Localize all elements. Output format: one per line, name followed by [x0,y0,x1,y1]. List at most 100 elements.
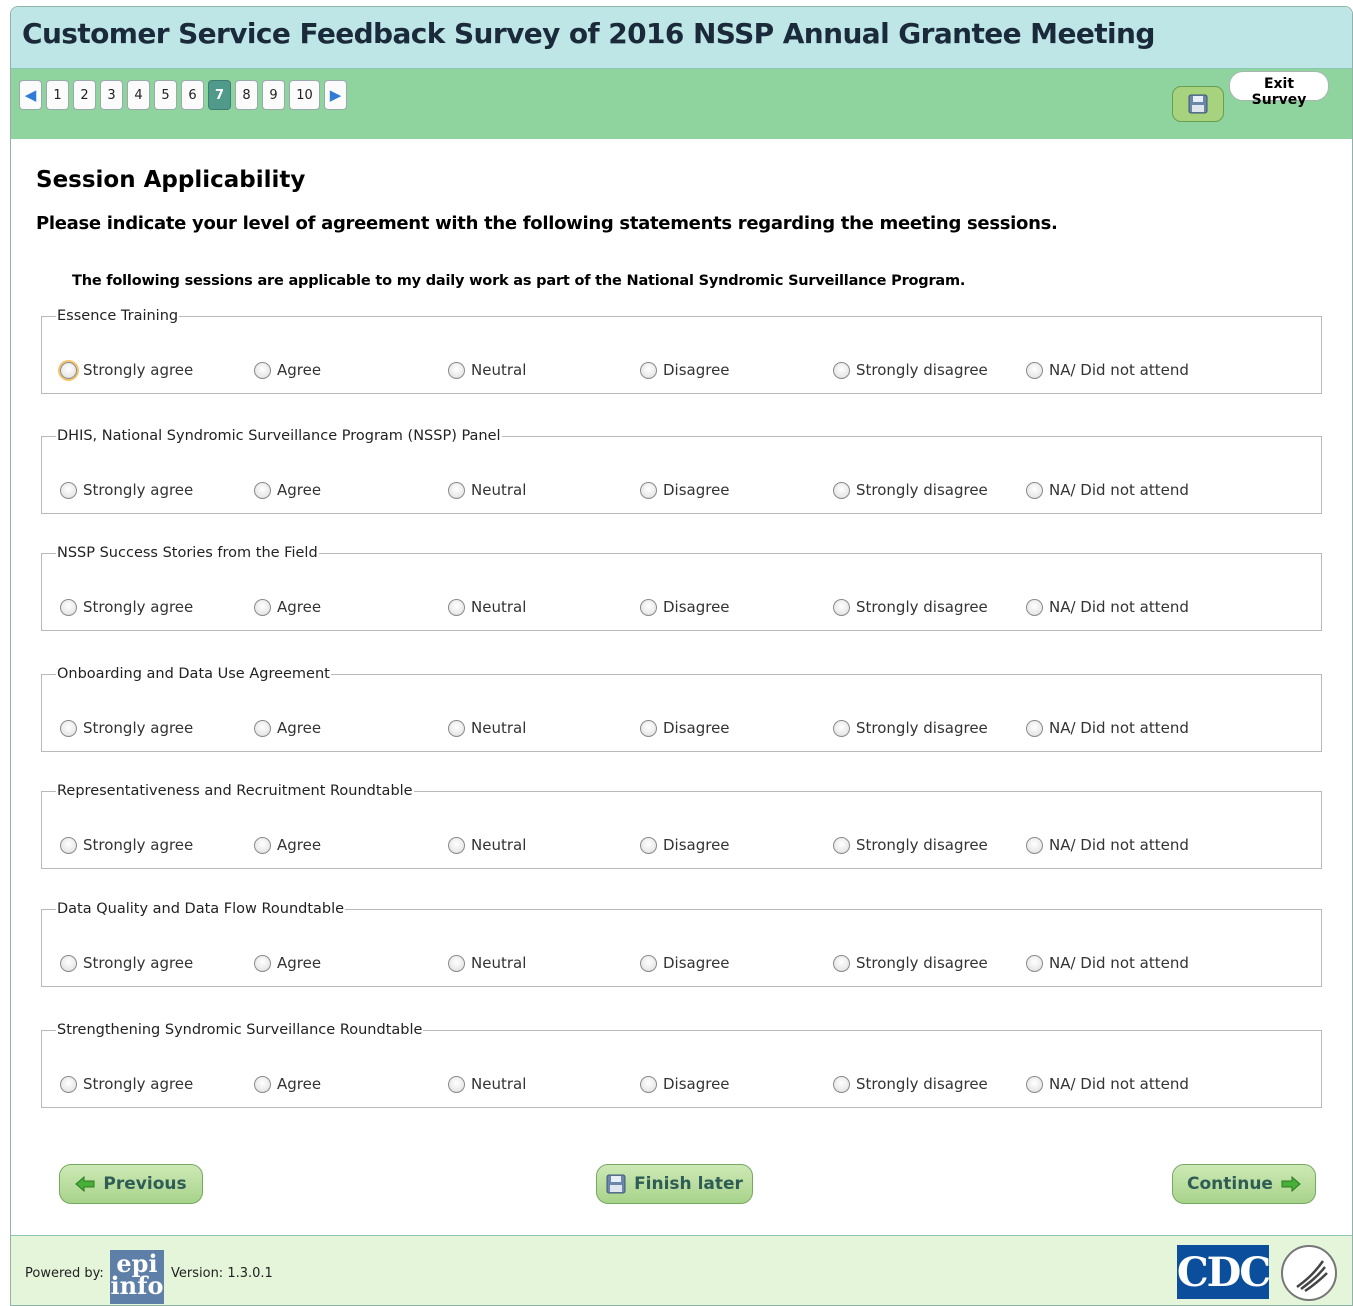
radio-button[interactable] [1026,719,1043,737]
radio-option[interactable]: Disagree [640,954,730,972]
save-button[interactable] [1172,86,1224,122]
radio-button[interactable] [833,481,850,499]
radio-button[interactable] [254,1075,271,1093]
radio-option[interactable]: Disagree [640,598,730,616]
radio-button[interactable] [448,481,465,499]
radio-option[interactable]: Agree [254,361,321,379]
radio-button[interactable] [448,719,465,737]
radio-button[interactable] [833,1075,850,1093]
page-button-7[interactable]: 7 [208,80,231,110]
radio-button[interactable] [640,598,657,616]
radio-option[interactable]: Strongly disagree [833,719,988,737]
radio-button[interactable] [833,598,850,616]
radio-option[interactable]: Neutral [448,1075,526,1093]
finish-later-button[interactable]: Finish later [596,1164,753,1204]
radio-option[interactable]: Strongly agree [60,481,193,499]
radio-button[interactable] [1026,836,1043,854]
radio-option[interactable]: Neutral [448,954,526,972]
radio-button[interactable] [448,361,465,379]
page-button-10[interactable]: 10 [289,80,320,110]
radio-option[interactable]: Disagree [640,361,730,379]
page-button-3[interactable]: 3 [100,80,123,110]
radio-button[interactable] [1026,598,1043,616]
radio-option[interactable]: Neutral [448,836,526,854]
radio-option[interactable]: Strongly disagree [833,598,988,616]
radio-option[interactable]: Neutral [448,598,526,616]
page-button-9[interactable]: 9 [262,80,285,110]
radio-option[interactable]: Strongly agree [60,598,193,616]
radio-option[interactable]: Strongly agree [60,954,193,972]
radio-button[interactable] [448,598,465,616]
radio-option[interactable]: Disagree [640,836,730,854]
radio-button[interactable] [640,1075,657,1093]
radio-button[interactable] [640,836,657,854]
radio-button[interactable] [833,361,850,379]
radio-button[interactable] [640,481,657,499]
radio-option[interactable]: Disagree [640,1075,730,1093]
radio-button[interactable] [640,954,657,972]
radio-button[interactable] [60,719,77,737]
continue-button[interactable]: Continue [1172,1164,1316,1204]
radio-button[interactable] [1026,954,1043,972]
radio-button[interactable] [60,954,77,972]
radio-option[interactable]: Agree [254,1075,321,1093]
radio-option[interactable]: NA/ Did not attend [1026,836,1189,854]
radio-option[interactable]: Neutral [448,481,526,499]
radio-button[interactable] [60,1075,77,1093]
page-button-5[interactable]: 5 [154,80,177,110]
radio-button[interactable] [254,361,271,379]
radio-option[interactable]: Strongly agree [60,1075,193,1093]
radio-option[interactable]: Strongly agree [60,836,193,854]
radio-button[interactable] [254,719,271,737]
radio-button[interactable] [60,836,77,854]
radio-option[interactable]: Strongly disagree [833,954,988,972]
page-button-6[interactable]: 6 [181,80,204,110]
radio-option[interactable]: Strongly disagree [833,481,988,499]
page-button-4[interactable]: 4 [127,80,150,110]
radio-button[interactable] [254,598,271,616]
radio-button[interactable] [833,836,850,854]
radio-button[interactable] [833,719,850,737]
radio-button[interactable] [833,954,850,972]
next-page-arrow-icon[interactable]: ▶ [324,80,347,110]
radio-option[interactable]: Agree [254,481,321,499]
radio-option[interactable]: Agree [254,954,321,972]
radio-option[interactable]: Agree [254,719,321,737]
radio-button[interactable] [448,1075,465,1093]
radio-button[interactable] [60,598,77,616]
radio-button[interactable] [640,361,657,379]
radio-option[interactable]: Disagree [640,719,730,737]
exit-survey-button[interactable]: Exit Survey [1229,71,1329,108]
radio-button[interactable] [448,954,465,972]
radio-option[interactable]: Strongly disagree [833,1075,988,1093]
radio-option[interactable]: NA/ Did not attend [1026,361,1189,379]
radio-option[interactable]: NA/ Did not attend [1026,598,1189,616]
radio-option[interactable]: Strongly agree [60,361,193,379]
radio-option[interactable]: Strongly agree [60,719,193,737]
radio-option[interactable]: Agree [254,598,321,616]
radio-option[interactable]: Disagree [640,481,730,499]
radio-option[interactable]: Neutral [448,719,526,737]
radio-button[interactable] [640,719,657,737]
radio-option[interactable]: NA/ Did not attend [1026,954,1189,972]
radio-option[interactable]: NA/ Did not attend [1026,1075,1189,1093]
page-button-1[interactable]: 1 [46,80,69,110]
radio-button[interactable] [60,361,77,379]
prev-page-arrow-icon[interactable]: ◀ [19,80,42,110]
radio-button[interactable] [1026,1075,1043,1093]
radio-button[interactable] [448,836,465,854]
radio-option[interactable]: Strongly disagree [833,836,988,854]
radio-button[interactable] [1026,361,1043,379]
radio-option[interactable]: NA/ Did not attend [1026,481,1189,499]
radio-button[interactable] [254,954,271,972]
previous-button[interactable]: Previous [59,1164,203,1204]
radio-option[interactable]: NA/ Did not attend [1026,719,1189,737]
radio-button[interactable] [254,836,271,854]
page-button-8[interactable]: 8 [235,80,258,110]
radio-option[interactable]: Neutral [448,361,526,379]
radio-option[interactable]: Agree [254,836,321,854]
radio-button[interactable] [60,481,77,499]
page-button-2[interactable]: 2 [73,80,96,110]
radio-option[interactable]: Strongly disagree [833,361,988,379]
radio-button[interactable] [254,481,271,499]
